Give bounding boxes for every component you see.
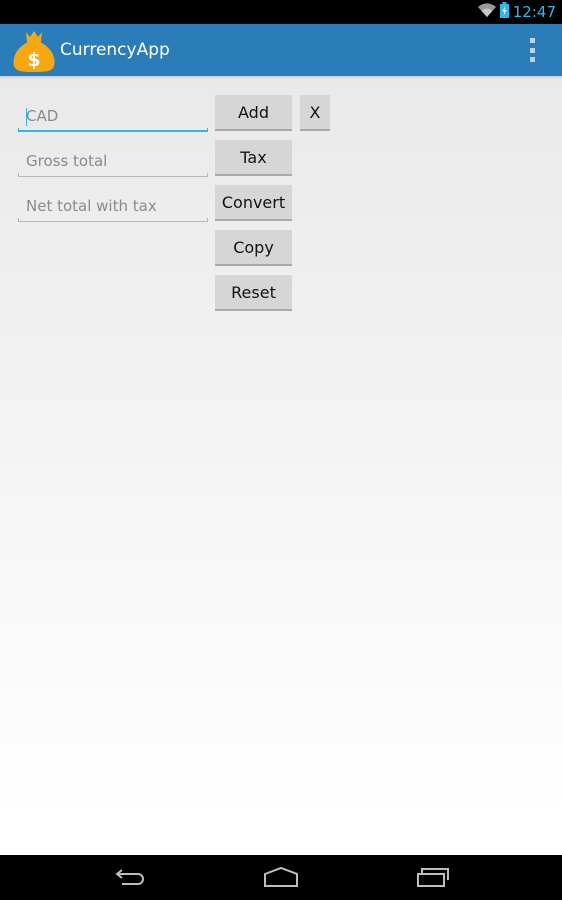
overflow-menu-icon[interactable] [522, 38, 542, 62]
reset-button[interactable]: Reset [215, 275, 292, 311]
action-bar: $ CurrencyApp [0, 24, 562, 76]
money-bag-icon[interactable]: $ [12, 28, 56, 72]
currency-input[interactable] [18, 102, 208, 130]
net-total-underline [18, 218, 208, 222]
clock: 12:47 [512, 3, 556, 21]
status-icons: 12:47 [477, 0, 556, 24]
convert-button[interactable]: Convert [215, 185, 292, 221]
svg-text:$: $ [27, 49, 40, 71]
recent-apps-icon[interactable] [413, 863, 453, 891]
navigation-bar [0, 855, 562, 900]
gross-total-field[interactable] [18, 147, 208, 177]
main-content: Add X Tax Convert Copy Reset [0, 76, 562, 855]
tax-button[interactable]: Tax [215, 140, 292, 176]
home-icon[interactable] [261, 863, 301, 891]
copy-button[interactable]: Copy [215, 230, 292, 266]
currency-field-underline [18, 128, 208, 132]
battery-charging-icon [499, 1, 509, 23]
add-button[interactable]: Add [215, 95, 292, 131]
text-cursor [26, 108, 27, 126]
currency-field[interactable] [18, 102, 208, 132]
action-bar-shadow [0, 76, 562, 79]
gross-total-input[interactable] [18, 147, 208, 175]
net-total-input[interactable] [18, 192, 208, 220]
wifi-icon [477, 2, 496, 22]
app-title: CurrencyApp [60, 40, 170, 60]
status-bar: 12:47 [0, 0, 562, 24]
clear-button[interactable]: X [300, 95, 330, 131]
back-icon[interactable] [109, 863, 149, 891]
net-total-field[interactable] [18, 192, 208, 222]
gross-total-underline [18, 173, 208, 177]
